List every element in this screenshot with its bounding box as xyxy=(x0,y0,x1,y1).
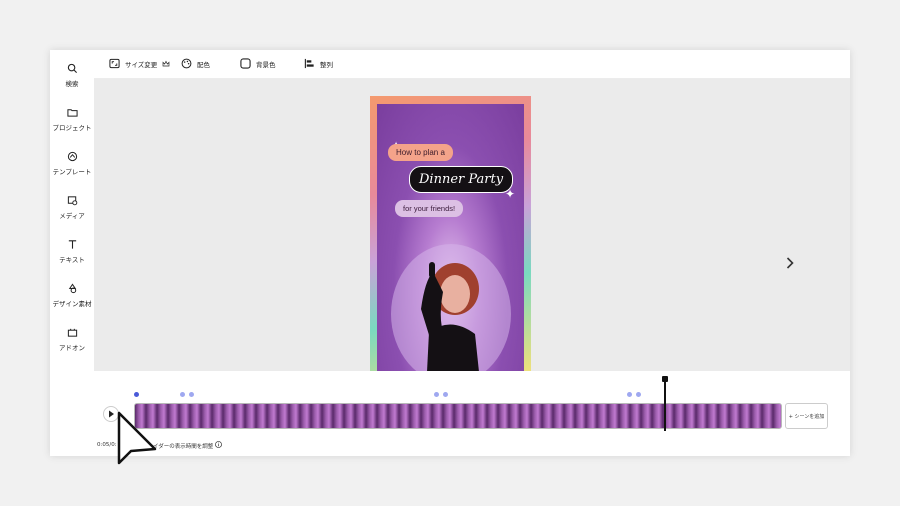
background-color-button[interactable]: 背景色 xyxy=(240,58,276,69)
scene-marker-dot[interactable] xyxy=(443,392,448,397)
search-icon xyxy=(67,63,77,74)
sidebar-item-label: デザイン素材 xyxy=(52,300,92,308)
sidebar-item-label: 検索 xyxy=(65,80,79,88)
resize-label: サイズ変更 xyxy=(125,60,158,69)
canvas-photo-area: ✦ ✦ How to plan a Dinner Party for your … xyxy=(377,104,524,372)
crown-icon xyxy=(162,60,170,66)
folder-icon xyxy=(66,109,78,117)
playhead-handle[interactable] xyxy=(662,376,668,382)
time-display: 0:05/0: xyxy=(97,442,117,448)
sidebar-item-text[interactable]: テキスト xyxy=(50,239,94,264)
app-window: 検索 プロジェクト テンプレート メディア テキスト デザイン素材 アドオン サ… xyxy=(50,50,850,456)
sidebar-item-label: テキスト xyxy=(59,256,85,264)
palette-icon xyxy=(181,58,192,69)
canvas-text-line3[interactable]: for your friends! xyxy=(395,200,464,217)
resize-button[interactable]: サイズ変更 xyxy=(109,58,170,69)
background-color-label: 背景色 xyxy=(256,60,276,69)
timeline-panel: + シーンを追加 0:05/0: イダーの表示時間を調整 xyxy=(94,371,850,456)
sidebar-item-label: テンプレート xyxy=(52,168,92,176)
sidebar-item-templates[interactable]: テンプレート xyxy=(50,151,94,176)
background-color-icon xyxy=(240,58,251,69)
scene-marker-dot[interactable] xyxy=(189,392,194,397)
resize-icon xyxy=(109,58,120,69)
canvas-text-title[interactable]: Dinner Party xyxy=(409,166,514,193)
align-button[interactable]: 整列 xyxy=(304,58,333,69)
add-scene-button[interactable]: + シーンを追加 xyxy=(785,403,828,429)
media-icon xyxy=(67,196,77,206)
sidebar-item-addons[interactable]: アドオン xyxy=(50,327,94,352)
scene-marker-dot[interactable] xyxy=(627,392,632,397)
chevron-right-icon[interactable] xyxy=(784,256,796,270)
playhead[interactable] xyxy=(664,377,666,431)
canvas-text-line1[interactable]: How to plan a xyxy=(388,144,453,161)
duration-hint: イダーの表示時間を調整 xyxy=(153,444,214,450)
sidebar-item-search[interactable]: 検索 xyxy=(50,63,94,88)
scene-marker-dot[interactable] xyxy=(434,392,439,397)
text-icon xyxy=(68,240,76,249)
scene-marker-dot[interactable] xyxy=(636,392,641,397)
info-icon[interactable] xyxy=(215,441,222,448)
scene-marker-dot[interactable] xyxy=(180,392,185,397)
sidebar-item-media[interactable]: メディア xyxy=(50,195,94,220)
color-scheme-label: 配色 xyxy=(197,60,210,69)
align-icon xyxy=(304,58,314,69)
addon-icon xyxy=(67,328,77,337)
scene-marker-dot[interactable] xyxy=(134,392,139,397)
shapes-icon xyxy=(68,283,76,294)
sidebar-item-label: プロジェクト xyxy=(52,124,92,132)
editor-workspace: ✦ ✦ How to plan a Dinner Party for your … xyxy=(94,79,850,372)
sidebar-item-label: メディア xyxy=(59,212,85,220)
align-label: 整列 xyxy=(320,60,333,69)
template-icon xyxy=(67,151,77,162)
color-scheme-button[interactable]: 配色 xyxy=(181,58,210,69)
scene-filmstrip[interactable] xyxy=(134,403,782,429)
sidebar-item-label: アドオン xyxy=(59,344,85,352)
sidebar: 検索 プロジェクト テンプレート メディア テキスト デザイン素材 アドオン xyxy=(50,50,94,456)
design-canvas[interactable]: ✦ ✦ How to plan a Dinner Party for your … xyxy=(370,96,531,372)
sidebar-item-design-elements[interactable]: デザイン素材 xyxy=(50,283,94,308)
toolbar: サイズ変更 配色 背景色 整列 xyxy=(94,50,850,79)
mouse-pointer-icon xyxy=(117,411,157,465)
sidebar-item-projects[interactable]: プロジェクト xyxy=(50,107,94,132)
